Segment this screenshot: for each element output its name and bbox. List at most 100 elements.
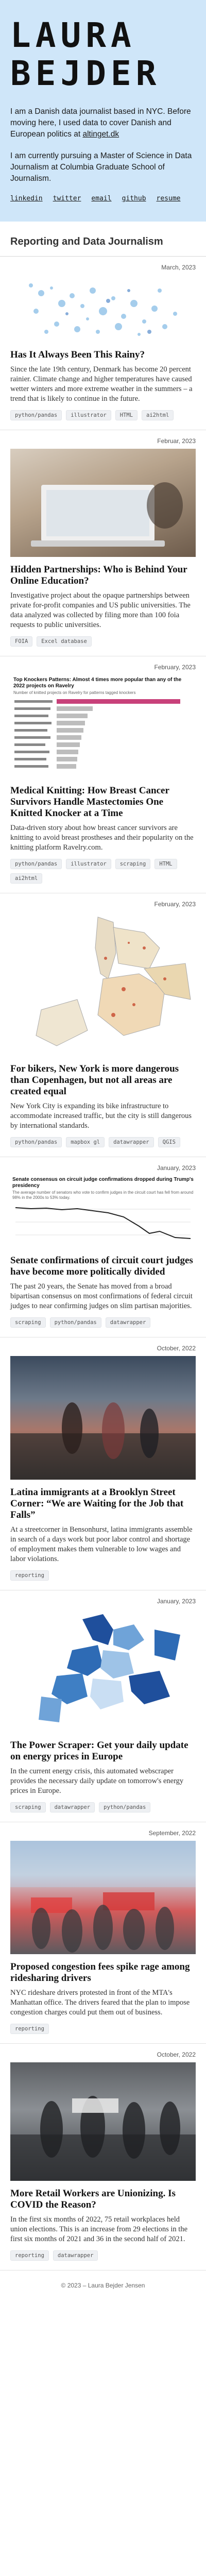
tag-list: python/pandas illustrator HTML ai2html [10,410,196,420]
card-date: January, 2023 [157,1598,196,1605]
project-card[interactable]: October, 2022 Latina immigrants at a Bro… [0,1337,206,1590]
card-title[interactable]: Medical Knitting: How Breast Cancer Surv… [10,785,196,819]
project-card[interactable]: October, 2022 More Retail Workers are Un… [0,2044,206,2270]
tag: HTML [115,410,138,420]
tag: python/pandas [10,410,62,420]
card-title[interactable]: For bikers, New York is more dangerous t… [10,1063,196,1097]
street-corner-photo[interactable] [10,1356,196,1480]
card-title[interactable]: Senate confirmations of circuit court ju… [10,1255,196,1278]
card-date: September, 2022 [148,1829,196,1837]
project-card[interactable]: January, 2023 Senate consensus on circui… [0,1157,206,1337]
tag: reporting [10,2250,49,2261]
tag: mapbox gl [66,1137,105,1147]
footer: © 2023 – Laura Bejder Jensen [0,2270,206,2304]
tag-list: FOIA Excel database [10,636,196,647]
mini-chart-note: The average number of senators who vote … [12,1190,194,1200]
card-description: In the first six months of 2022, 75 reta… [10,2215,188,2243]
tag: datawrapper [109,1137,154,1147]
tag-list: python/pandas illustrator scraping HTML … [10,859,196,884]
email-link[interactable]: email [91,195,111,202]
card-description: The past 20 years, the Senate has moved … [10,1282,193,1310]
laptop-photo[interactable] [10,449,196,557]
tag-list: python/pandas mapbox gl datawrapper QGIS [10,1137,196,1147]
card-description: Since the late 19th century, Denmark has… [10,365,193,403]
line-chart-graphic [15,1207,191,1239]
bio-paragraph-1: I am a Danish data journalist based in N… [10,106,196,140]
card-title[interactable]: The Power Scraper: Get your daily update… [10,1740,196,1762]
rideshare-protest-photo[interactable] [10,1841,196,1954]
tag-list: reporting datawrapper [10,2250,196,2261]
card-title[interactable]: Proposed congestion fees spike rage amon… [10,1961,196,1984]
resume-link[interactable]: resume [157,195,181,202]
tag: ai2html [10,873,43,884]
senate-line-chart-image[interactable]: Senate consensus on circuit judge confir… [10,1176,196,1248]
tag-list: reporting [10,2024,196,2034]
tag: datawrapper [49,1802,95,1812]
nyc-bike-map-image[interactable] [10,912,196,1056]
tag: scraping [10,1317,46,1328]
card-date: January, 2023 [157,1164,196,1172]
tag: reporting [10,1570,49,1581]
tag-list: scraping python/pandas datawrapper [10,1317,196,1328]
card-date: October, 2022 [157,2051,196,2058]
project-card[interactable]: September, 2022 Proposed congestion fees… [0,1822,206,2044]
project-card[interactable]: Februar, 2023 Hidden Partnerships: Who i… [0,430,206,656]
project-card[interactable]: March, 2023 Has It Always Been This Rain… [0,257,206,430]
tag-list: scraping datawrapper python/pandas [10,1802,196,1812]
project-card[interactable]: February, 2023 Top Knockers Patterns: Al… [0,656,206,893]
tag: datawrapper [53,2250,98,2261]
project-card[interactable]: January, 2023 The Power Scraper: Get you… [0,1590,206,1822]
mini-chart-title: Senate consensus on circuit judge confir… [12,1177,194,1189]
site-title-last: BEJDER [10,54,161,93]
tag-list: reporting [10,1570,196,1581]
card-description: In the current energy crisis, this autom… [10,1767,184,1795]
card-description: NYC rideshare drivers protested in front… [10,1989,190,2016]
retail-photo-graphic [10,2096,196,2181]
bio-paragraph-2: I am currently pursuing a Master of Scie… [10,151,192,183]
linkedin-link[interactable]: linkedin [10,195,43,202]
knockers-bar-chart-image[interactable]: Top Knockers Patterns: Almost 4 times mo… [10,675,196,778]
tag: python/pandas [49,1317,101,1328]
github-link[interactable]: github [122,195,146,202]
europe-energy-map-image[interactable] [10,1609,196,1733]
tag: python/pandas [10,1137,62,1147]
header-hero: LAURA BEJDER I am a Danish data journali… [0,0,206,222]
card-date: Februar, 2023 [157,437,196,445]
card-description: Investigative project about the opaque p… [10,591,191,629]
laptop-graphic [31,482,183,547]
tag: HTML [154,859,177,869]
site-title-first: LAURA [10,15,136,55]
card-date: February, 2023 [154,901,196,908]
tag: python/pandas [99,1802,151,1812]
bio: I am a Danish data journalist based in N… [10,106,196,184]
altinget-link[interactable]: altinget.dk [82,130,119,139]
street-photo-graphic [10,1402,196,1480]
protest-photo-graphic [10,1841,196,1953]
card-description: At a streetcorner in Bensonhurst, latina… [10,1526,193,1563]
mini-chart-title: Top Knockers Patterns: Almost 4 times mo… [13,677,182,689]
card-title[interactable]: More Retail Workers are Unionizing. Is C… [10,2188,196,2211]
card-title[interactable]: Latina immigrants at a Brooklyn Street C… [10,1487,196,1521]
card-description: New York City is expanding its bike infr… [10,1102,192,1130]
card-title[interactable]: Has It Always Been This Rainy? [10,349,196,361]
card-title[interactable]: Hidden Partnerships: Who is Behind Your … [10,564,196,587]
tag: scraping [10,1802,46,1812]
tag: ai2html [142,410,174,420]
site-title: LAURA BEJDER [10,16,196,93]
section-heading: Reporting and Data Journalism [0,222,206,257]
card-date: March, 2023 [161,264,196,271]
project-card[interactable]: February, 2023 For bikers, New York is m… [0,893,206,1157]
retail-workers-photo[interactable] [10,2062,196,2181]
card-date: October, 2022 [157,1345,196,1352]
dot-map-graphic [29,283,177,336]
tag: illustrator [66,410,111,420]
social-links: linkedin twitter email github resume [10,195,196,202]
tag: reporting [10,2024,49,2034]
tag: illustrator [66,859,111,869]
tag: datawrapper [105,1317,151,1328]
twitter-link[interactable]: twitter [53,195,81,202]
tag: Excel database [37,636,92,647]
mini-chart-note: Number of knitted projects on Ravelry fo… [13,690,136,695]
denmark-rain-map-image[interactable] [10,275,196,342]
bar-chart-graphic [14,699,180,769]
